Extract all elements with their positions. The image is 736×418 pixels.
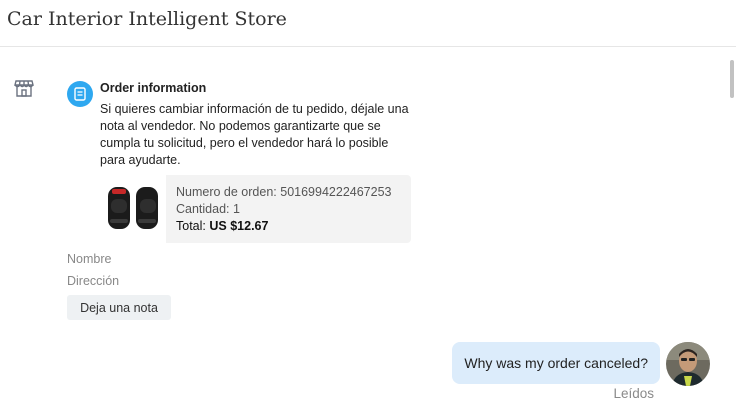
- order-number-label: Numero de orden:: [176, 185, 277, 199]
- order-number: 5016994222467253: [280, 185, 392, 199]
- order-product-card[interactable]: Numero de orden: 5016994222467253 Cantid…: [100, 175, 411, 243]
- order-number-row: Numero de orden: 5016994222467253: [176, 184, 391, 201]
- sent-message-bubble[interactable]: Why was my order canceled?: [452, 342, 660, 384]
- order-info-description: Si quieres cambiar información de tu ped…: [100, 102, 409, 167]
- address-label: Dirección: [67, 274, 120, 288]
- store-title: Car Interior Intelligent Store: [7, 8, 287, 30]
- store-icon[interactable]: [13, 77, 35, 99]
- quantity-label: Cantidad:: [176, 202, 230, 216]
- quantity-value: 1: [233, 202, 240, 216]
- chat-header: Car Interior Intelligent Store: [0, 0, 736, 47]
- scrollbar[interactable]: [728, 48, 736, 418]
- leave-note-button[interactable]: Deja una nota: [67, 295, 171, 320]
- scrollbar-thumb[interactable]: [730, 60, 734, 98]
- total-label: Total:: [176, 219, 206, 233]
- message-text: Why was my order canceled?: [464, 355, 648, 371]
- name-label: Nombre: [67, 252, 112, 266]
- order-details: Numero de orden: 5016994222467253 Cantid…: [176, 184, 391, 235]
- product-thumbnail[interactable]: [100, 175, 166, 243]
- order-document-icon: [67, 81, 93, 107]
- user-avatar[interactable]: [666, 342, 710, 386]
- total-value: US $12.67: [209, 219, 269, 233]
- quantity-row: Cantidad: 1: [176, 201, 391, 218]
- read-status: Leídos: [613, 386, 654, 401]
- total-row: Total: US $12.67: [176, 218, 391, 235]
- order-info-title: Order information: [100, 81, 207, 95]
